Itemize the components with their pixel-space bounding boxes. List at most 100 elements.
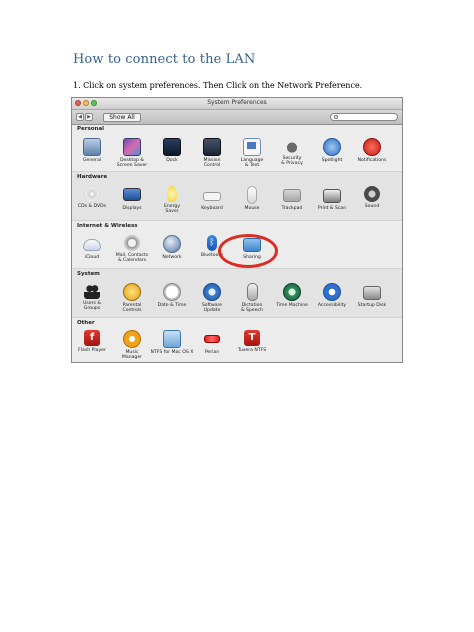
window-toolbar: ◀ ▶ Show All xyxy=(72,110,402,125)
section-other: Other f Flash Player Music Manager NTFS … xyxy=(72,318,402,362)
pref-label: Language & Text xyxy=(240,158,264,169)
pref-keyboard[interactable]: Keyboard xyxy=(192,186,232,211)
ntfs-icon xyxy=(163,330,181,348)
pref-software-update[interactable]: Software Update xyxy=(192,283,232,313)
pref-parental-controls[interactable]: Parental Controls xyxy=(112,283,152,313)
pref-trackpad[interactable]: Trackpad xyxy=(272,186,312,211)
pref-mouse[interactable]: Mouse xyxy=(232,186,272,211)
pref-flash-player[interactable]: f Flash Player xyxy=(72,330,112,353)
pref-label: Bluetooth xyxy=(200,253,224,258)
pref-cds-dvds[interactable]: CDs & DVDs xyxy=(72,186,112,209)
pref-dictation-speech[interactable]: Dictation & Speech xyxy=(232,283,272,313)
pref-mission-control[interactable]: Mission Control xyxy=(192,138,232,168)
pref-label: Network xyxy=(162,255,182,260)
pref-label: iCloud xyxy=(84,255,100,260)
disc-icon xyxy=(84,186,100,202)
step-1-instruction: 1. Click on system preferences. Then Cli… xyxy=(73,81,363,90)
disk-icon xyxy=(363,286,381,300)
section-label-system: System xyxy=(77,271,100,277)
forward-button[interactable]: ▶ xyxy=(85,113,93,121)
pref-general[interactable]: General xyxy=(72,138,112,163)
keyboard-icon xyxy=(203,192,221,201)
spotlight-icon xyxy=(323,138,341,156)
software-update-icon xyxy=(203,283,221,301)
display-icon xyxy=(123,188,141,201)
pref-date-time[interactable]: Date & Time xyxy=(152,283,192,308)
section-label-other: Other xyxy=(77,320,95,326)
pref-mail-contacts-calendars[interactable]: Mail, Contacts & Calendars xyxy=(112,235,152,263)
pref-label: Time Machine xyxy=(276,303,308,308)
pref-desktop-screen-saver[interactable]: Desktop & Screen Saver xyxy=(112,138,152,168)
pref-label: Trackpad xyxy=(281,206,303,211)
pref-label: Mission Control xyxy=(203,158,221,169)
pref-tuxera-ntfs[interactable]: T Tuxera NTFS xyxy=(232,330,272,353)
tuxera-icon: T xyxy=(244,330,260,346)
pref-label: Spotlight xyxy=(321,158,343,163)
pref-music-manager[interactable]: Music Manager xyxy=(112,330,152,360)
pref-label: Software Update xyxy=(201,303,223,314)
pref-time-machine[interactable]: Time Machine xyxy=(272,283,312,308)
pref-label: Energy Saver xyxy=(163,204,181,215)
trackpad-icon xyxy=(283,189,301,202)
pref-label: General xyxy=(82,158,102,163)
pref-label: Mouse xyxy=(244,206,260,211)
back-button[interactable]: ◀ xyxy=(76,113,84,121)
pref-print-scan[interactable]: Print & Scan xyxy=(312,186,352,211)
pref-language-text[interactable]: Language & Text xyxy=(232,138,272,168)
mission-control-icon xyxy=(203,138,221,156)
pref-label: NTFS for Mac OS X xyxy=(150,350,194,355)
pref-spotlight[interactable]: Spotlight xyxy=(312,138,352,163)
pref-sharing[interactable]: Sharing xyxy=(232,235,272,260)
pref-label: Accessibility xyxy=(317,303,347,308)
show-all-button[interactable]: Show All xyxy=(103,113,141,122)
pref-dock[interactable]: Dock xyxy=(152,138,192,163)
pref-security-privacy[interactable]: Security & Privacy xyxy=(272,138,312,166)
pref-ntfs-for-mac[interactable]: NTFS for Mac OS X xyxy=(151,330,193,355)
clock-icon xyxy=(163,283,181,301)
window-titlebar: System Preferences xyxy=(72,98,402,110)
pref-label: Parental Controls xyxy=(122,303,142,314)
section-system: System Users & Groups Parental Controls … xyxy=(72,269,402,318)
pref-startup-disk[interactable]: Startup Disk xyxy=(352,283,392,308)
system-preferences-screenshot: System Preferences ◀ ▶ Show All Personal… xyxy=(71,97,403,363)
pref-network[interactable]: Network xyxy=(152,235,192,260)
sharing-folder-icon xyxy=(243,238,261,252)
section-hardware: Hardware CDs & DVDs Displays Energy Save… xyxy=(72,172,402,221)
section-internet-wireless: Internet & Wireless iCloud Mail, Contact… xyxy=(72,221,402,269)
section-personal: Personal General Desktop & Screen Saver … xyxy=(72,124,402,172)
search-field[interactable] xyxy=(330,113,398,121)
pref-label: Notifications xyxy=(357,158,387,163)
pref-label: Displays xyxy=(122,206,142,211)
pref-notifications[interactable]: Notifications xyxy=(352,138,392,163)
lightbulb-icon xyxy=(167,186,177,202)
pref-label: Dock xyxy=(166,158,178,163)
pref-icloud[interactable]: iCloud xyxy=(72,235,112,260)
pref-bluetooth[interactable]: ᛒ Bluetooth xyxy=(192,235,232,258)
pref-accessibility[interactable]: Accessibility xyxy=(312,283,352,308)
pref-label: Users & Groups xyxy=(83,301,101,312)
pref-energy-saver[interactable]: Energy Saver xyxy=(152,186,192,214)
pref-label: Sound xyxy=(364,204,380,209)
search-icon xyxy=(334,115,338,119)
dock-icon xyxy=(163,138,181,156)
pref-perian[interactable]: Perian xyxy=(192,330,232,355)
general-icon xyxy=(83,138,101,156)
pref-label: Security & Privacy xyxy=(281,156,303,167)
network-globe-icon xyxy=(163,235,181,253)
desktop-icon xyxy=(123,138,141,156)
parental-controls-icon xyxy=(123,283,141,301)
pref-users-groups[interactable]: Users & Groups xyxy=(72,283,112,311)
users-icon xyxy=(84,283,100,299)
pref-label: Tuxera NTFS xyxy=(237,348,267,353)
pref-sound[interactable]: Sound xyxy=(352,186,392,209)
pref-label: Dictation & Speech xyxy=(241,303,263,314)
notifications-icon xyxy=(363,138,381,156)
microphone-icon xyxy=(246,283,258,301)
pref-label: Print & Scan xyxy=(317,206,347,211)
pref-label: Desktop & Screen Saver xyxy=(116,158,148,169)
section-label-personal: Personal xyxy=(77,126,105,132)
accessibility-icon xyxy=(323,283,341,301)
pref-label: CDs & DVDs xyxy=(77,204,107,209)
at-sign-icon xyxy=(124,235,140,251)
pref-displays[interactable]: Displays xyxy=(112,186,152,211)
